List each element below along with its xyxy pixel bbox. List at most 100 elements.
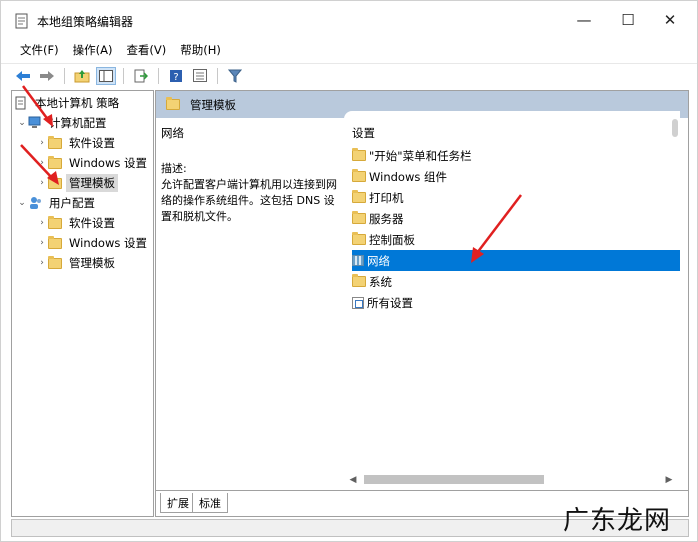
toolbar-separator [158,67,159,84]
tree-label: 计算机配置 [49,116,107,130]
network-folder-icon [352,255,364,266]
folder-icon [48,255,62,269]
help-icon[interactable]: ? [166,67,186,85]
tree-label: 软件设置 [69,136,115,150]
menu-bar: 文件(F) 操作(A) 查看(V) 帮助(H) [1,39,697,61]
tree-label: 用户配置 [49,196,95,210]
policy-editor-icon [15,13,28,29]
tree-item-computer-software-settings[interactable]: › 软件设置 [36,133,118,153]
tree-pane: 本地计算机 策略 ⌄ 计算机配置 › 软件设置 › Windows 设置 › 管… [11,90,154,517]
chevron-right-icon[interactable]: › [36,138,48,148]
watermark-text: 广东龙网 [563,506,672,536]
menu-view[interactable]: 查看(V) [119,39,173,61]
tree-item-computer-config[interactable]: ⌄ 计算机配置 [16,113,110,133]
filter-icon[interactable] [225,67,245,85]
list-item[interactable]: "开始"菜单和任务栏 [352,145,680,166]
tree-item-user-windows-settings[interactable]: › Windows 设置 [36,233,150,253]
users-icon [30,197,41,209]
folder-icon [352,211,366,224]
details-header-title: 管理模板 [190,97,236,112]
list-item[interactable]: 系统 [352,271,680,292]
tree-label: 本地计算机 策略 [35,96,120,110]
list-item[interactable]: 服务器 [352,208,680,229]
list-item-label: 控制面板 [369,232,415,247]
policy-document-icon [15,96,26,110]
tree-item-computer-windows-settings[interactable]: › Windows 设置 [36,153,150,173]
chevron-down-icon[interactable]: ⌄ [16,118,28,128]
tree-label: 软件设置 [69,216,115,230]
tree-label: Windows 设置 [69,156,147,170]
show-hide-tree-icon[interactable] [96,66,116,85]
list-item[interactable]: 控制面板 [352,229,680,250]
tree-item-computer-admin-templates[interactable]: › 管理模板 [36,173,118,193]
vertical-scroll-thumb[interactable] [672,119,678,137]
toolbar-separator [64,67,65,84]
forward-arrow-icon[interactable] [37,67,57,85]
properties-icon[interactable] [190,67,210,85]
folder-icon [352,232,366,245]
tab-extended[interactable]: 扩展 [160,493,196,513]
tab-standard[interactable]: 标准 [192,493,228,513]
tree-label: Windows 设置 [69,236,147,250]
description-text: 允许配置客户端计算机用以连接到网络的操作系统组件。这包括 DNS 设置和脱机文件… [161,178,337,223]
list-item-label: 打印机 [369,190,404,205]
tree-item-user-software-settings[interactable]: › 软件设置 [36,213,118,233]
folder-icon [352,190,366,203]
horizontal-scroll-thumb[interactable] [364,475,544,484]
details-pane: 管理模板 网络 描述: 允许配置客户端计算机用以连接到网络的操作系统组件。这包括… [155,90,689,517]
list-item-selected[interactable]: 网络 [352,250,680,271]
export-list-icon[interactable] [131,67,151,85]
list-item[interactable]: Windows 组件 [352,166,680,187]
chevron-right-icon[interactable]: › [36,218,48,228]
list-item[interactable]: 所有设置 [352,292,680,313]
maximize-button[interactable]: ☐ [605,1,651,39]
list-item-label: 服务器 [369,211,404,226]
list-item-label: "开始"菜单和任务栏 [369,148,472,163]
all-settings-icon [352,296,364,309]
tree-item-root[interactable]: 本地计算机 策略 [14,93,122,113]
scroll-left-icon[interactable]: ◀ [346,471,360,488]
folder-icon [352,169,366,182]
list-item-label: 系统 [369,274,392,289]
title-bar: 本地组策略编辑器 — ☐ ✕ [1,1,697,39]
window-title: 本地组策略编辑器 [37,15,134,29]
settings-column-header[interactable]: 设置 [352,125,375,141]
vertical-scrollbar[interactable] [668,111,682,471]
chevron-right-icon[interactable]: › [36,178,48,188]
up-folder-icon[interactable] [72,67,92,85]
folder-icon [352,274,366,287]
description-heading: 网络 [161,126,184,140]
folder-icon [48,135,62,149]
folder-icon [352,148,366,161]
computer-icon [28,116,41,128]
settings-list: 设置 "开始"菜单和任务栏 Windows 组件 打印机 服务器 控制面板 网络… [344,111,680,471]
tree-label: 管理模板 [69,256,115,270]
back-arrow-icon[interactable] [13,67,33,85]
tree-label: 管理模板 [66,174,118,192]
list-item[interactable]: 打印机 [352,187,680,208]
list-item-label: 所有设置 [367,295,413,310]
menu-action[interactable]: 操作(A) [66,39,120,61]
chevron-right-icon[interactable]: › [36,158,48,168]
close-button[interactable]: ✕ [647,1,693,39]
description-label: 描述: [161,162,187,175]
toolbar: ? [1,63,697,87]
folder-icon [48,155,62,169]
minimize-button[interactable]: — [561,1,607,39]
chevron-down-icon[interactable]: ⌄ [16,198,28,208]
description-panel: 网络 描述: 允许配置客户端计算机用以连接到网络的操作系统组件。这包括 DNS … [156,118,344,490]
folder-icon [48,175,62,189]
chevron-right-icon[interactable]: › [36,238,48,248]
list-item-label: Windows 组件 [369,169,447,184]
folder-icon [48,215,62,229]
svg-text:?: ? [173,72,178,83]
group-policy-editor-window: 本地组策略编辑器 — ☐ ✕ 文件(F) 操作(A) 查看(V) 帮助(H) ? [0,0,698,542]
chevron-right-icon[interactable]: › [36,258,48,268]
toolbar-separator [217,67,218,84]
scroll-right-icon[interactable]: ▶ [662,471,676,488]
menu-help[interactable]: 帮助(H) [173,39,228,61]
horizontal-scrollbar[interactable]: ◀ ▶ [344,471,688,488]
tree-item-user-admin-templates[interactable]: › 管理模板 [36,253,118,273]
menu-file[interactable]: 文件(F) [13,39,66,61]
tree-item-user-config[interactable]: ⌄ 用户配置 [16,193,98,213]
